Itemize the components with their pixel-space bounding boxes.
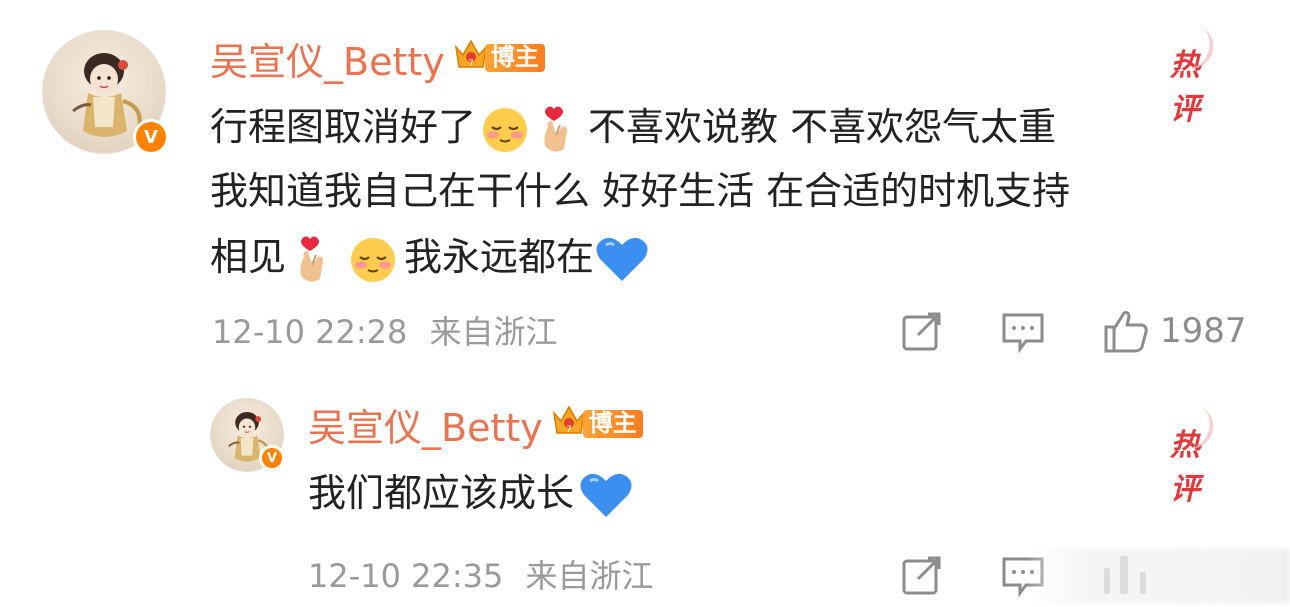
blush-emoji-icon [480,105,530,155]
comment-text-line-1: 行程图取消好了 不喜欢说教 不喜欢怨气太重 [210,100,1056,155]
comment-text: 我们都应该成长 [308,466,634,521]
like-count: 1987 [1160,311,1247,351]
comment-actions: 1987 [900,306,1247,356]
svg-text:7: 7 [566,425,572,435]
hot-comment-label: 热评 [1170,21,1219,128]
svg-text:7: 7 [468,59,474,69]
avatar[interactable]: V [210,398,285,472]
comment-meta: 12-10 22:28 来自浙江 [212,310,558,354]
comment-icon[interactable] [1000,309,1046,353]
comment-text-line-2: 我知道我自己在干什么 好好生活 在合适的时机支持 [210,169,1071,213]
obscured-region [1120,556,1128,594]
username-text[interactable]: 吴宣仪_Betty [308,397,543,452]
repost-icon[interactable] [900,553,944,597]
comment-date: 12-10 22:28 [212,313,408,351]
verified-icon: V [133,119,169,155]
badge-label: 博主 [582,410,643,438]
blush-emoji-icon [348,235,398,285]
comment-meta: 12-10 22:35 来自浙江 [308,554,654,598]
hot-comment-label: 热评 [1170,401,1219,508]
comment-location: 来自浙江 [525,557,654,595]
avatar[interactable]: V [42,30,169,155]
finger-heart-emoji-icon [290,235,334,285]
username[interactable]: 吴宣仪_Betty 7 博主 [308,400,643,450]
crown-icon: 7 [551,402,587,446]
comment-text-line-3: 相见 我永远都在 [210,230,650,285]
crown-icon: 7 [453,36,489,80]
blue-heart-emoji-icon [594,235,650,285]
verified-icon: V [259,445,285,471]
blue-heart-emoji-icon [578,471,634,521]
repost-icon[interactable] [900,309,944,353]
comment-location: 来自浙江 [429,313,558,351]
blogger-badge: 7 博主 [453,36,545,80]
comment-actions [900,550,1046,600]
blogger-badge: 7 博主 [551,402,643,446]
obscured-region [1140,572,1146,594]
obscured-region [1030,548,1290,604]
badge-label: 博主 [484,44,545,72]
comment-date: 12-10 22:35 [308,557,504,595]
username[interactable]: 吴宣仪_Betty 7 博主 [210,34,545,84]
obscured-region [1104,568,1110,594]
finger-heart-emoji-icon [534,105,578,155]
username-text[interactable]: 吴宣仪_Betty [210,31,445,86]
like-icon[interactable] [1102,307,1150,355]
